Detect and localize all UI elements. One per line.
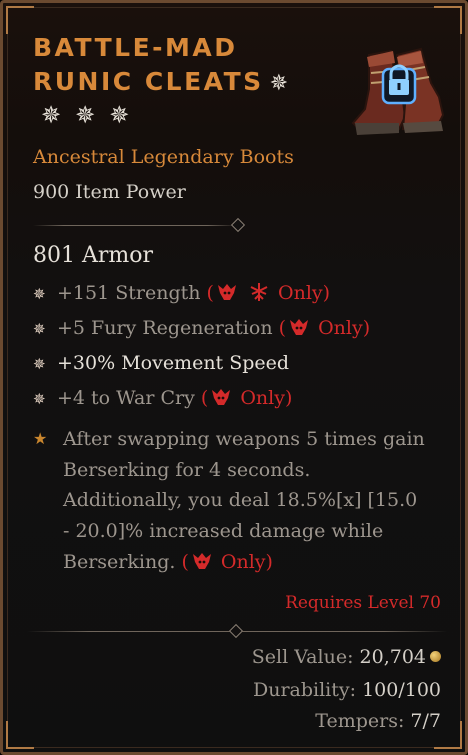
- affix-row: ✵ +5 Fury Regeneration ( Only): [33, 317, 371, 339]
- greater-affix-star-icon: ✵: [109, 101, 144, 129]
- affix-row: ✵ +30% Movement Speed: [33, 352, 290, 374]
- affix-bullet-icon: ✵: [33, 285, 46, 303]
- necromancer-icon: [250, 283, 268, 301]
- class-only-label: Only: [278, 282, 323, 304]
- barbarian-icon: [217, 284, 236, 300]
- frame-corner: [6, 6, 34, 34]
- frame-corner: [6, 721, 34, 749]
- barbarian-icon: [192, 552, 211, 569]
- tempers: Tempers: 7/7: [315, 710, 441, 732]
- class-only-label: Only: [240, 387, 285, 409]
- class-only-label: Only: [318, 317, 363, 339]
- durability: Durability: 100/100: [252, 679, 441, 701]
- affix-row: ✵ +4 to War Cry ( Only): [33, 387, 293, 409]
- item-name-line2: Runic Cleats: [33, 67, 264, 96]
- sell-value: Sell Value: 20,704: [252, 646, 441, 668]
- item-name-line1: Battle-Mad: [33, 33, 238, 62]
- greater-affix-stars: ✵✵✵: [41, 101, 143, 129]
- greater-affix-star-icon: ✵: [75, 101, 110, 129]
- divider-ornament: [228, 623, 244, 639]
- item-rarity: Ancestral Legendary Boots: [33, 146, 294, 168]
- barbarian-icon: [212, 389, 231, 405]
- item-tooltip: Battle-Mad Runic Cleats ✵ ✵✵✵ Ancestral L…: [0, 0, 468, 755]
- affix-row: ✵ +151 Strength ( Only): [33, 282, 331, 304]
- section-divider: [33, 225, 238, 226]
- barbarian-icon: [290, 319, 309, 335]
- armor-value: 801 Armor: [33, 243, 154, 268]
- class-only-label: Only: [220, 550, 266, 573]
- divider-ornament: [230, 217, 246, 233]
- greater-affix-star-icon: ✵: [41, 101, 76, 129]
- item-name: Battle-Mad Runic Cleats ✵: [33, 31, 343, 101]
- legendary-aspect: ★ After swapping weapons 5 times gain Be…: [33, 424, 443, 578]
- boots-with-lock-icon: [351, 47, 445, 135]
- item-power: 900 Item Power: [33, 181, 186, 203]
- affix-bullet-icon: ✵: [33, 320, 46, 338]
- greater-affix-star-icon: ✵: [269, 71, 289, 96]
- affix-bullet-icon: ✵: [33, 390, 46, 408]
- gold-coin-icon: [430, 651, 441, 662]
- affix-bullet-icon: ✵: [33, 355, 46, 373]
- level-requirement: Requires Level 70: [285, 593, 441, 613]
- aspect-star-icon: ★: [33, 429, 48, 448]
- frame-corner: [434, 6, 462, 34]
